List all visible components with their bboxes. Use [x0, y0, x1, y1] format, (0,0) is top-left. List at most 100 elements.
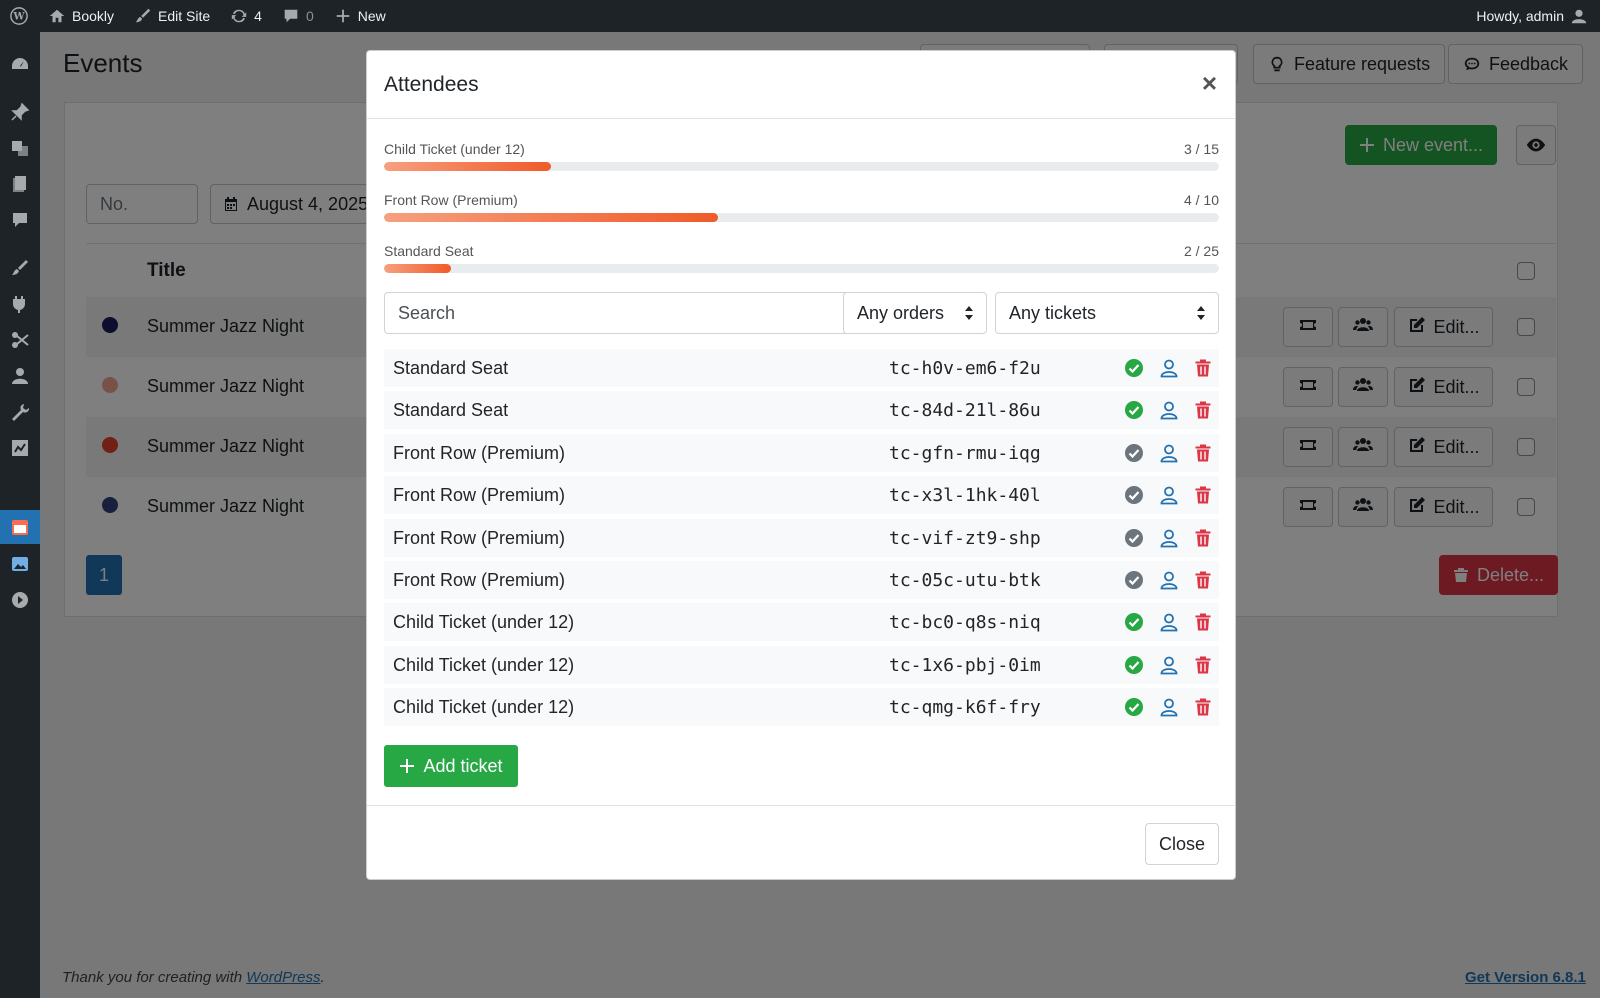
bookly-calendar-icon[interactable] [10, 517, 30, 537]
user-icon[interactable] [1159, 612, 1179, 632]
dashboard-icon[interactable] [10, 54, 30, 74]
check-circle-icon[interactable] [1124, 485, 1144, 505]
attendee-ticket-type: Front Row (Premium) [393, 570, 566, 590]
check-circle-icon[interactable] [1124, 697, 1144, 717]
wordpress-logo-icon[interactable]: W [0, 0, 38, 32]
attendee-ticket-code: tc-vif-zt9-shp [889, 528, 1041, 549]
attendee-ticket-code: tc-1x6-pbj-0im [889, 655, 1041, 676]
user-icon[interactable] [1159, 485, 1179, 505]
check-circle-icon[interactable] [1124, 400, 1144, 420]
comment-icon [284, 9, 298, 23]
attendee-ticket-type: Front Row (Premium) [393, 485, 566, 505]
orders-select[interactable]: Any orders [843, 292, 987, 334]
attendee-row: Front Row (Premium) tc-x3l-1hk-40l [384, 476, 1219, 514]
ticket-progress-label: Standard Seat [384, 243, 474, 259]
ticket-progress-count: 2 / 25 [1183, 243, 1219, 259]
attendee-ticket-type: Front Row (Premium) [393, 528, 566, 548]
attendees-modal: Attendees × Child Ticket (under 12) 3 / … [366, 50, 1236, 880]
user-icon[interactable] [1159, 697, 1179, 717]
attendee-ticket-code: tc-gfn-rmu-iqg [889, 443, 1041, 464]
attendee-row: Standard Seat tc-h0v-em6-f2u [384, 349, 1219, 387]
user-icon[interactable] [1159, 400, 1179, 420]
user-icon[interactable] [1159, 528, 1179, 548]
new-label: New [357, 8, 386, 24]
comments-icon[interactable] [10, 210, 30, 230]
edit-site-link[interactable]: Edit Site [124, 0, 220, 32]
admin-sidebar [0, 32, 40, 998]
check-circle-icon[interactable] [1124, 612, 1144, 632]
settings-chart-icon[interactable] [10, 438, 30, 458]
plus-icon [336, 9, 350, 23]
attendee-ticket-code: tc-bc0-q8s-niq [889, 612, 1041, 633]
check-circle-icon[interactable] [1124, 655, 1144, 675]
appearance-icon[interactable] [10, 258, 30, 278]
collapse-menu-icon[interactable] [10, 590, 30, 610]
pages-icon[interactable] [10, 174, 30, 194]
account-menu[interactable]: Howdy, admin [1466, 0, 1600, 32]
updates-link[interactable]: 4 [220, 0, 272, 32]
ticket-progress-label: Front Row (Premium) [384, 192, 518, 208]
refresh-icon [231, 9, 247, 23]
attendee-row: Standard Seat tc-84d-21l-86u [384, 391, 1219, 429]
attendee-row: Child Ticket (under 12) tc-bc0-q8s-niq [384, 603, 1219, 641]
greeting-text: Howdy, admin [1476, 8, 1564, 24]
trash-icon[interactable] [1193, 570, 1213, 590]
modal-close-x-button[interactable]: × [1202, 70, 1217, 96]
ticket-progress: Child Ticket (under 12) 3 / 15 [384, 141, 1219, 175]
trash-icon[interactable] [1193, 400, 1213, 420]
orders-select-value: Any orders [857, 303, 945, 323]
attendee-row: Front Row (Premium) tc-05c-utu-btk [384, 561, 1219, 599]
tickets-select[interactable]: Any tickets [995, 292, 1219, 334]
trash-icon[interactable] [1193, 697, 1213, 717]
modal-footer-divider [367, 805, 1235, 806]
plugins-icon[interactable] [10, 294, 30, 314]
progress-track [384, 264, 1219, 273]
user-icon[interactable] [1159, 358, 1179, 378]
check-circle-icon[interactable] [1124, 570, 1144, 590]
trash-icon[interactable] [1193, 528, 1213, 548]
trash-icon[interactable] [1193, 358, 1213, 378]
plus-icon [400, 759, 415, 773]
edit-site-label: Edit Site [158, 8, 211, 24]
check-circle-icon[interactable] [1124, 358, 1144, 378]
comments-count: 0 [305, 8, 314, 24]
close-button[interactable]: Close [1145, 823, 1219, 865]
user-avatar-icon [1571, 9, 1587, 24]
progress-fill [384, 213, 718, 222]
attendee-search-input[interactable] [384, 292, 849, 334]
add-ticket-button[interactable]: Add ticket [384, 745, 518, 787]
window-icon[interactable] [10, 554, 30, 574]
svg-text:W: W [12, 12, 25, 23]
sort-caret-icon [1196, 304, 1206, 322]
attendee-ticket-code: tc-x3l-1hk-40l [889, 485, 1041, 506]
tools-scissors-icon[interactable] [10, 330, 30, 350]
admin-bar: W Bookly Edit Site 4 0 New Howdy, admin [0, 0, 1600, 32]
trash-icon[interactable] [1193, 485, 1213, 505]
trash-icon[interactable] [1193, 612, 1213, 632]
trash-icon[interactable] [1193, 655, 1213, 675]
tools-icon[interactable] [10, 402, 30, 422]
check-circle-icon[interactable] [1124, 528, 1144, 548]
ticket-progress: Standard Seat 2 / 25 [384, 243, 1219, 277]
attendee-ticket-code: tc-05c-utu-btk [889, 570, 1041, 591]
sort-caret-icon [964, 304, 974, 322]
user-icon[interactable] [1159, 655, 1179, 675]
attendee-ticket-code: tc-qmg-k6f-fry [889, 697, 1041, 718]
users-icon[interactable] [10, 366, 30, 386]
media-icon[interactable] [10, 138, 30, 158]
progress-track [384, 213, 1219, 222]
attendee-ticket-code: tc-84d-21l-86u [889, 400, 1041, 421]
progress-fill [384, 264, 451, 273]
pin-icon[interactable] [10, 102, 30, 122]
user-icon[interactable] [1159, 443, 1179, 463]
ticket-progress-label: Child Ticket (under 12) [384, 141, 525, 157]
modal-header: Attendees × [367, 51, 1235, 119]
ticket-progress: Front Row (Premium) 4 / 10 [384, 192, 1219, 226]
new-content-link[interactable]: New [324, 0, 396, 32]
check-circle-icon[interactable] [1124, 443, 1144, 463]
user-icon[interactable] [1159, 570, 1179, 590]
trash-icon[interactable] [1193, 443, 1213, 463]
site-name-link[interactable]: Bookly [38, 0, 124, 32]
attendee-ticket-type: Front Row (Premium) [393, 443, 566, 463]
comments-link[interactable]: 0 [272, 0, 324, 32]
